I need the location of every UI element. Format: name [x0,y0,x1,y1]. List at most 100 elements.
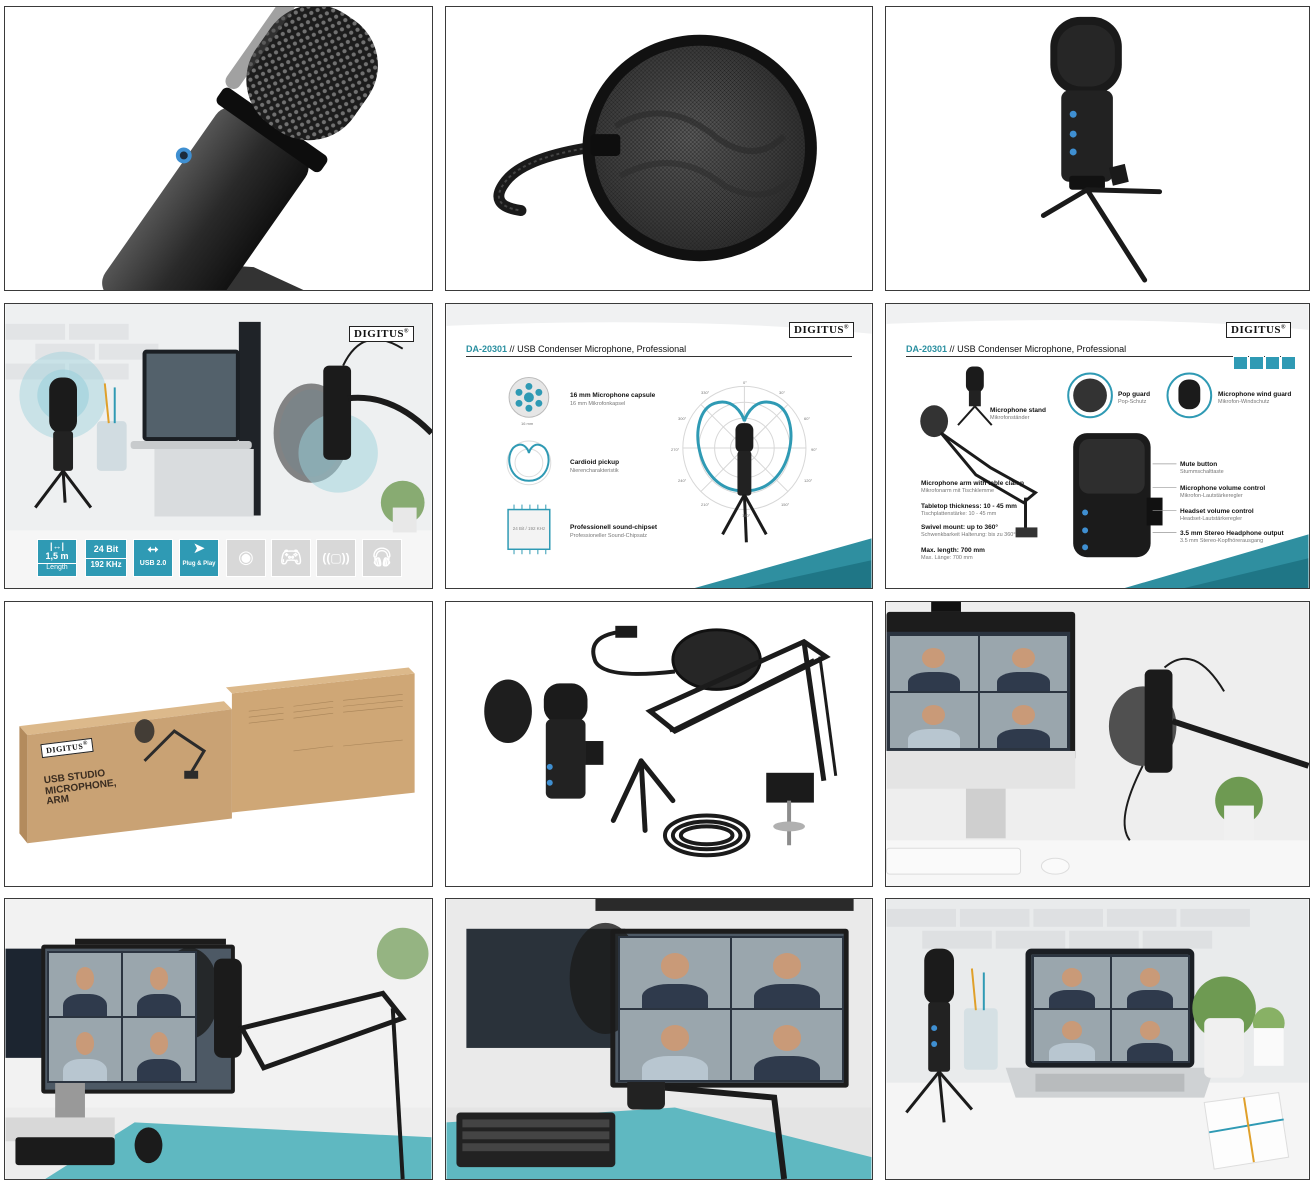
video-participant [890,693,978,748]
component-subtitle: Mikrofonarm mit Tischklemme [921,488,995,494]
video-participant [620,1010,730,1080]
video-participant [890,636,978,691]
signal-icon: ((▢)) [322,551,350,565]
component-subtitle: 3.5 mm Stereo-Kopfhörerausgang [1180,538,1264,544]
video-participant [1112,957,1188,1008]
kit-contents-image [446,602,872,886]
component-title: 3.5 mm Stereo Headphone output [1180,530,1284,537]
pop-guard-image [446,7,872,290]
polar-tick: 210° [701,502,710,507]
badge-audio-resolution: 24 Bit 192 KHz [85,539,127,577]
headphones-icon: 🎧︎ [370,547,394,567]
component-title: Microphone arm with table clamp [921,480,1024,487]
component-subtitle: Schwenkbarkeit Halterung: bis zu 360° [921,532,1016,538]
mini-badge [1233,356,1248,370]
video-participant [1034,957,1110,1008]
video-participant [732,938,842,1008]
video-participant [620,938,730,1008]
component-title: Mute button [1180,461,1218,468]
video-participant [732,1010,842,1080]
video-call-grid [888,634,1069,750]
chipset-label: 24 Bit / 192 KHz [512,526,546,531]
polar-tick: 240° [678,478,687,483]
component-subtitle: Pop-Schutz [1118,399,1147,405]
component-subtitle: Headset-Lautstärkeregler [1180,516,1243,522]
polar-tick: 300° [678,416,687,421]
gallery-tile-kit-contents[interactable] [445,601,873,887]
video-participant [979,693,1067,748]
polar-tick: 180° [742,513,751,518]
video-participant [979,636,1067,691]
digitus-logo: DIGITUS® [1226,322,1291,338]
video-call-grid [1032,955,1190,1063]
gallery-tile-pop-guard[interactable] [445,6,873,291]
mic-closeup-image [5,7,432,290]
infographic-title: DA-20301 // USB Condenser Microphone, Pr… [466,344,687,354]
component-title: Microphone volume control [1180,485,1266,492]
gallery-tile-infographic-components[interactable]: DIGITUS® DA-20301 // USB Condenser Micro… [885,303,1310,589]
digitus-logo: DIGITUS® [789,322,854,338]
polar-tick: 30° [779,390,786,395]
gallery-tile-desk-arm[interactable] [4,898,433,1180]
infographic-title: DA-20301 // USB Condenser Microphone, Pr… [906,344,1127,354]
gallery-tile-packaging[interactable]: DIGITUS® USB STUDIO MICROPHONE, ARM [4,601,433,887]
badge-webcam: ◉ [226,539,266,577]
component-subtitle: Tischplattenstärke: 10 - 45 mm [921,511,997,517]
video-participant [123,1018,195,1081]
polar-tick: 330° [701,390,710,395]
video-participant [123,953,195,1016]
feature-title: 16 mm Microphone capsule [570,392,656,399]
capsule-size-label: 16 mm [521,421,534,426]
component-subtitle: Mikrofon-Windschutz [1218,399,1270,405]
video-participant [1034,1010,1110,1061]
plug-and-play-icon: ➤ [192,540,206,557]
digitus-logo: DIGITUS® [349,326,414,342]
feature-title: Cardioid pickup [570,459,620,466]
divider [466,356,852,357]
video-participant [1112,1010,1188,1061]
component-title: Microphone wind guard [1218,391,1292,398]
polar-tick: 0° [743,380,747,385]
gallery-tile-infographic-features[interactable]: DIGITUS® DA-20301 // USB Condenser Micro… [445,303,873,589]
polar-tick: 270° [671,447,680,452]
component-subtitle: Mikrofon-Lautstärkeregler [1180,493,1243,499]
polar-tick: 90° [811,447,818,452]
usb-icon: ⭤ [147,541,159,556]
component-title: Max. length: 700 mm [921,547,985,554]
gallery-tile-mic-closeup[interactable] [4,6,433,291]
mini-badge [1249,356,1264,370]
component-title: Pop guard [1118,391,1151,398]
gallery-tile-lifestyle-specs[interactable]: DIGITUS® |↔| 1,5 m Length 24 Bit 192 KHz… [4,303,433,589]
badge-plug-and-play: ➤ Plug & Play [179,539,219,577]
video-call-grid [47,951,197,1083]
mic-tripod-image [886,7,1309,290]
gallery-tile-laptop-setup[interactable] [885,898,1310,1180]
gallery-tile-video-call-monitor[interactable] [885,601,1310,887]
mini-badge [1265,356,1280,370]
badge-cable-length: |↔| 1,5 m Length [37,539,77,577]
video-call-grid [618,936,844,1082]
component-title: Microphone stand [990,407,1046,414]
divider [906,356,1289,357]
feature-subtitle: Nierencharakteristik [570,468,619,474]
gallery-tile-mic-tripod[interactable] [885,6,1310,291]
gallery-tile-desk-closeup[interactable] [445,898,873,1180]
feature-subtitle: Professioneller Sound-Chipsatz [570,533,648,539]
component-title: Headset volume control [1180,508,1254,515]
feature-title: Professionell sound-chipset [570,524,658,531]
polar-tick: 120° [804,478,813,483]
video-participant [49,953,121,1016]
feature-subtitle: 16 mm Mikrofonkapsel [570,401,626,407]
badge-headphones: 🎧︎ [362,539,402,577]
component-subtitle: Stummschalttaste [1180,469,1224,475]
gamepad-icon: 🎮︎ [279,547,303,567]
polar-tick: 150° [781,502,790,507]
component-title: Tabletop thickness: 10 - 45 mm [921,503,1017,510]
badge-streaming: ((▢)) [316,539,356,577]
webcam-icon: ◉ [238,547,254,567]
video-participant [49,1018,121,1081]
component-subtitle: Mikrofonständer [990,415,1030,421]
polar-tick: 60° [804,416,811,421]
component-title: Swivel mount: up to 360° [921,524,998,531]
mini-badge [1281,356,1296,370]
